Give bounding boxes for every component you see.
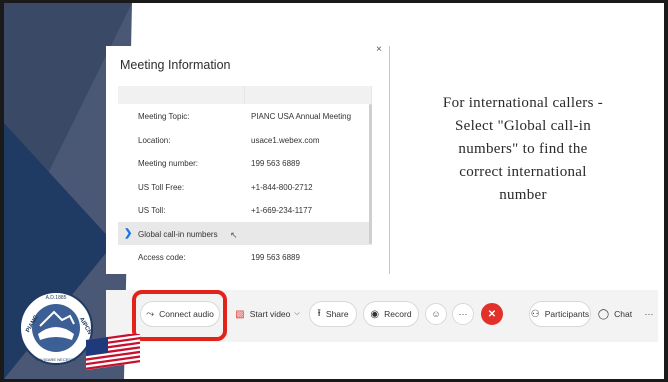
table-row: Access code: 199 563 6889 xyxy=(118,245,372,269)
pianc-logo: A.D.1885 PIANC AIPCN NAVIGARE NECESSE xyxy=(19,291,93,365)
row-value: usace1.webex.com xyxy=(251,135,320,145)
logo-year: A.D.1885 xyxy=(46,295,67,301)
logo-motto: NAVIGARE NECESSE xyxy=(36,357,77,362)
slide-border-right xyxy=(664,0,668,382)
global-call-in-numbers-row[interactable]: ❯ Global call-in numbers ↖ xyxy=(118,221,372,245)
instruction-text: For international callers - Select "Glob… xyxy=(410,92,636,207)
reactions-icon[interactable]: ☺ xyxy=(425,303,447,325)
us-flag-icon xyxy=(86,334,140,370)
panel-title: Meeting Information xyxy=(120,58,231,72)
share-button[interactable]: ⭱ Share xyxy=(309,301,357,327)
share-icon: ⭱ xyxy=(317,307,321,319)
row-label: Meeting Topic: xyxy=(138,112,190,121)
end-call-icon[interactable]: ✕ xyxy=(481,303,503,325)
start-video-button[interactable]: ▧ Start video ⌵ xyxy=(231,301,304,327)
row-label: Location: xyxy=(138,135,171,145)
instruction-line: number xyxy=(499,187,547,203)
slide-border-top xyxy=(0,0,668,3)
row-label: Global call-in numbers xyxy=(138,229,218,239)
table-row: Location: usace1.webex.com xyxy=(118,128,372,152)
chevron-right-icon: ❯ xyxy=(124,227,133,239)
mouse-cursor-icon: ↖ xyxy=(230,229,238,240)
participants-label: Participants xyxy=(544,309,590,319)
chevron-down-icon: ⌵ xyxy=(294,310,300,317)
instruction-line: Select "Global call-in xyxy=(454,118,591,134)
share-label: Share xyxy=(325,309,349,319)
table-row: Meeting Topic: PIANC USA Annual Meeting xyxy=(118,104,372,128)
row-label: US Toll Free: xyxy=(138,182,185,192)
panel-divider xyxy=(389,46,390,274)
row-label: Meeting number: xyxy=(138,159,199,168)
slide-border-left xyxy=(0,0,4,382)
meeting-info-table: Meeting Topic: PIANC USA Annual Meeting … xyxy=(118,86,372,272)
row-value: PIANC USA Annual Meeting xyxy=(251,112,352,121)
table-header xyxy=(118,86,372,104)
record-label: Record xyxy=(384,309,412,319)
row-label: US Toll: xyxy=(138,206,166,215)
toolbar-more-icon[interactable]: ⋯ xyxy=(638,303,660,325)
row-value: +1-844-800-2712 xyxy=(251,182,313,192)
table-row: Meeting number: 199 563 6889 xyxy=(118,151,372,175)
chat-button[interactable]: ◯ Chat xyxy=(595,301,635,327)
chat-icon: ◯ xyxy=(597,308,610,320)
more-options-icon[interactable]: ⋯ xyxy=(452,303,474,325)
instruction-line: correct international xyxy=(459,164,587,180)
instruction-line: For international callers - xyxy=(442,95,604,111)
participants-icon: ⚇ xyxy=(530,308,540,320)
connect-audio-highlight xyxy=(132,290,227,341)
participants-button[interactable]: ⚇ Participants xyxy=(529,301,591,327)
record-button[interactable]: ◉ Record xyxy=(363,301,419,327)
chat-label: Chat xyxy=(614,309,633,319)
table-row: US Toll: +1-669-234-1177 xyxy=(118,198,372,222)
row-value: 199 563 6889 xyxy=(251,159,300,168)
record-icon: ◉ xyxy=(370,308,380,320)
table-row: US Toll Free: +1-844-800-2712 xyxy=(118,175,372,199)
instruction-line: numbers" to find the xyxy=(458,141,588,157)
row-label: Access code: xyxy=(138,253,186,262)
start-video-label: Start video xyxy=(249,309,291,319)
close-icon[interactable]: × xyxy=(376,44,382,55)
row-value: +1-669-234-1177 xyxy=(251,206,313,215)
video-off-icon: ▧ xyxy=(235,308,245,320)
row-value: 199 563 6889 xyxy=(251,253,300,262)
panel-scrollbar[interactable] xyxy=(369,104,372,244)
